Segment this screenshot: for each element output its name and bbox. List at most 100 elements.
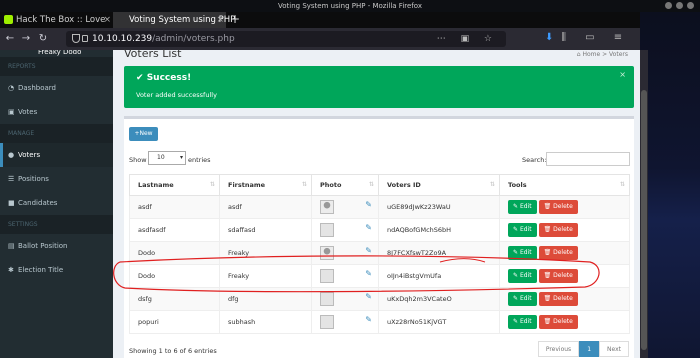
column-tools[interactable]: Tools ⇅ — [499, 174, 630, 196]
cell-tools: ✎ Edit 🗑 Delete — [499, 241, 630, 265]
admin-sidebar: Freaky Dodo REPORTS ◔ Dashboard ▣ Votes MA… — [0, 50, 113, 358]
edit-button[interactable]: ✎ Edit — [508, 223, 537, 237]
edit-button[interactable]: ✎ Edit — [508, 292, 537, 306]
column-photo[interactable]: Photo ⇅ — [311, 174, 379, 196]
edit-button[interactable]: ✎ Edit — [508, 315, 537, 329]
pagination-next[interactable]: Next — [599, 341, 629, 357]
edit-photo-icon[interactable]: ✎ — [365, 269, 372, 278]
voter-photo — [320, 200, 334, 214]
cell-voters-id: 8J7FCXfswT2Zo9A — [378, 241, 500, 265]
voter-photo — [320, 315, 334, 329]
edit-photo-icon[interactable]: ✎ — [365, 315, 372, 324]
page-info-icon — [82, 35, 88, 42]
cell-lastname: asdfasdf — [129, 218, 220, 242]
sort-icon: ⇅ — [619, 181, 625, 188]
search-label: Search: — [522, 156, 547, 164]
sidebar-item-ballot-position[interactable]: ▤ Ballot Position — [0, 234, 113, 258]
reload-icon[interactable]: ↻ — [36, 32, 50, 46]
column-firstname[interactable]: Firstname ⇅ — [219, 174, 312, 196]
voters-table: Lastname ⇅ Firstname ⇅ Photo ⇅ Voters ID ⇅ T… — [129, 174, 630, 334]
browser-tab-strip: Hack The Box :: Love × Voting System usi… — [0, 12, 700, 28]
sidebar-item-candidates[interactable]: ■ Candidates — [0, 191, 113, 215]
users-icon: ● — [8, 151, 15, 159]
sort-icon: ⇅ — [368, 181, 374, 188]
edit-icon: ✎ — [513, 295, 520, 302]
column-lastname[interactable]: Lastname ⇅ — [129, 174, 220, 196]
back-icon[interactable]: ← — [3, 32, 17, 46]
edit-button[interactable]: ✎ Edit — [508, 200, 537, 214]
sidebar-header-reports: REPORTS — [0, 57, 113, 76]
cell-voters-id: ndAQBofGMchS6bH — [378, 218, 500, 242]
cell-voters-id: oIJn4iBstgVmUfa — [378, 264, 500, 288]
sidebar-item-voters[interactable]: ● Voters — [0, 143, 113, 167]
delete-button[interactable]: 🗑 Delete — [538, 292, 578, 306]
table-row: asdf asdf ✎ uGE89dJwKz23WaU ✎ Edit 🗑 Delete — [129, 195, 630, 219]
table-row: Dodo Freaky ✎ 8J7FCXfswT2Zo9A ✎ Edit 🗑 Delete — [129, 241, 630, 265]
forward-icon[interactable]: → — [19, 32, 33, 46]
edit-icon: ✎ — [513, 249, 520, 256]
pagination-previous[interactable]: Previous — [537, 341, 580, 357]
new-voter-button[interactable]: +New — [129, 127, 158, 141]
tab-hackthebox[interactable]: Hack The Box :: Love × — [0, 12, 113, 28]
delete-button[interactable]: 🗑 Delete — [538, 269, 578, 283]
breadcrumb-home[interactable]: Home — [582, 51, 600, 58]
sidebar-item-positions[interactable]: ☰ Positions — [0, 167, 113, 191]
sidebar-item-dashboard[interactable]: ◔ Dashboard — [0, 76, 113, 100]
cell-photo: ✎ — [311, 195, 379, 219]
delete-button[interactable]: 🗑 Delete — [538, 246, 578, 260]
tab-close-icon[interactable]: × — [103, 12, 111, 28]
black-tie-icon: ■ — [8, 199, 15, 207]
edit-icon: ✎ — [513, 272, 520, 279]
edit-photo-icon[interactable]: ✎ — [365, 200, 372, 209]
file-text-icon: ▤ — [8, 242, 15, 250]
cell-tools: ✎ Edit 🗑 Delete — [499, 310, 630, 334]
cell-tools: ✎ Edit 🗑 Delete — [499, 218, 630, 242]
scrollbar-thumb[interactable] — [641, 90, 647, 350]
edit-icon: ✎ — [513, 226, 520, 233]
delete-button[interactable]: 🗑 Delete — [538, 315, 578, 329]
cell-photo: ✎ — [311, 310, 379, 334]
edit-photo-icon[interactable]: ✎ — [365, 246, 372, 255]
cell-lastname: popuri — [129, 310, 220, 334]
alert-title: Success! — [146, 73, 192, 83]
column-voters-id[interactable]: Voters ID ⇅ — [378, 174, 500, 196]
pagination-page[interactable]: 1 — [579, 341, 600, 357]
toolbar-icons[interactable]: ⬇⫼ ▭ ≡ — [545, 32, 630, 43]
search-input[interactable] — [546, 152, 630, 166]
url-actions[interactable]: ⋯ ▣ ☆ — [437, 31, 498, 47]
window-controls[interactable] — [665, 2, 694, 9]
sidebar-item-votes[interactable]: ▣ Votes — [0, 100, 113, 124]
edit-button[interactable]: ✎ Edit — [508, 269, 537, 283]
cell-tools: ✎ Edit 🗑 Delete — [499, 195, 630, 219]
cog-icon: ✱ — [8, 266, 14, 274]
new-tab-button[interactable]: + — [230, 12, 240, 27]
edit-photo-icon[interactable]: ✎ — [365, 292, 372, 301]
voter-photo — [320, 269, 334, 283]
delete-button[interactable]: 🗑 Delete — [538, 223, 578, 237]
breadcrumb: ⌂ Home > Voters — [576, 51, 628, 58]
cell-tools: ✎ Edit 🗑 Delete — [499, 264, 630, 288]
check-icon: ✔ — [136, 73, 144, 83]
cell-voters-id: uKxDqh2m3VCateO — [378, 287, 500, 311]
sort-icon: ⇅ — [301, 181, 307, 188]
edit-icon: ✎ — [513, 203, 520, 210]
delete-button[interactable]: 🗑 Delete — [538, 200, 578, 214]
voter-photo — [320, 246, 334, 260]
cell-photo: ✎ — [311, 287, 379, 311]
cell-lastname: Dodo — [129, 241, 220, 265]
edit-button[interactable]: ✎ Edit — [508, 246, 537, 260]
tab-voting-system[interactable]: Voting System using PHP × — [113, 12, 235, 28]
alert-close-icon[interactable]: × — [619, 70, 626, 79]
page-scrollbar[interactable] — [640, 50, 648, 358]
page-title: Voters List — [124, 47, 182, 60]
trash-icon: 🗑 — [543, 203, 554, 210]
sidebar-item-election-title[interactable]: ✱ Election Title — [0, 258, 113, 282]
main-content: Voters List ⌂ Home > Voters ✔ Success! V… — [113, 47, 640, 358]
page-size-select[interactable]: 10 ▾ — [148, 151, 186, 165]
tab-close-icon[interactable]: × — [216, 12, 224, 28]
edit-photo-icon[interactable]: ✎ — [365, 223, 372, 232]
url-bar[interactable]: 10.10.10.239/admin/voters.php ⋯ ▣ ☆ — [66, 31, 506, 47]
window-title: Voting System using PHP - Mozilla Firefo… — [278, 2, 422, 10]
alert-message: Voter added successfully — [136, 91, 217, 99]
cell-firstname: Freaky — [219, 264, 312, 288]
